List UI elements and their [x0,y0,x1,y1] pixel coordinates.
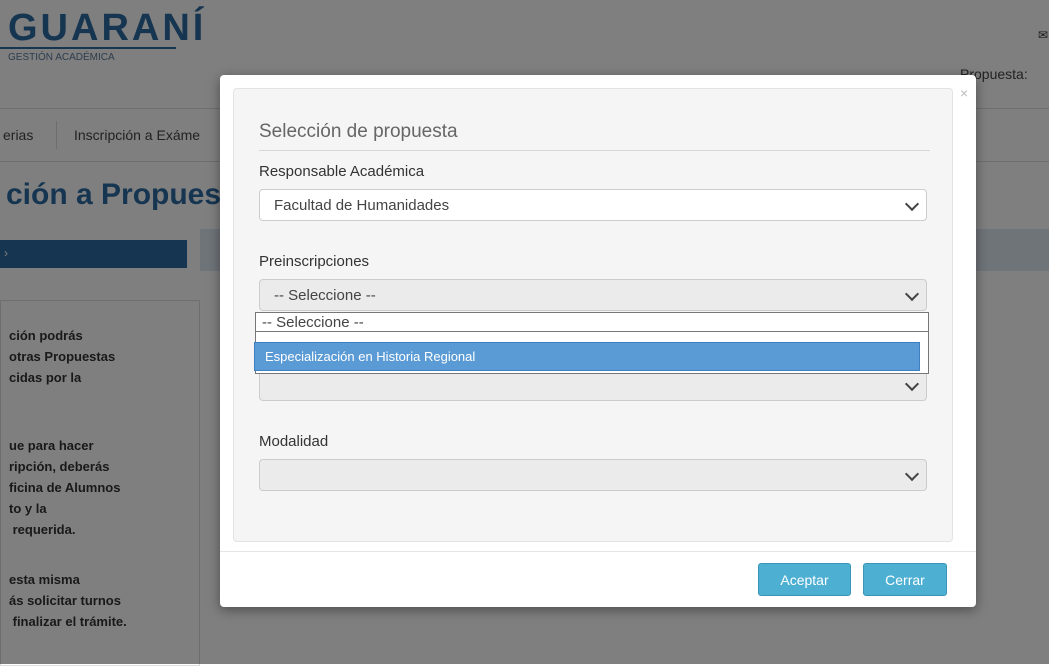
close-icon[interactable]: × [960,85,968,101]
preinscripciones-dropdown: -- Seleccione -- Especialización en Hist… [254,312,929,374]
responsable-select-value: Facultad de Humanidades [274,196,450,214]
propuesta-modal: × Selección de propuesta Responsable Aca… [220,75,976,607]
accept-button[interactable]: Aceptar [758,563,851,596]
chevron-down-icon [904,466,920,482]
preinscripciones-label: Preinscripciones [259,253,370,270]
title-divider [259,150,930,151]
modalidad-label: Modalidad [259,433,329,450]
dropdown-option[interactable]: -- Seleccione -- [256,313,928,332]
modal-footer-divider [220,551,976,552]
modalidad-select[interactable] [259,459,927,491]
responsable-select[interactable]: Facultad de Humanidades [259,189,927,221]
modal-title: Selección de propuesta [259,121,458,142]
close-button[interactable]: Cerrar [863,563,947,596]
preinscripciones-select[interactable]: -- Seleccione -- [259,279,927,311]
responsable-label: Responsable Académica [259,163,425,180]
chevron-down-icon [904,376,920,392]
chevron-down-icon [904,286,920,302]
dropdown-option-highlighted[interactable]: Especialización en Historia Regional [254,342,920,371]
chevron-down-icon [904,196,920,212]
preinscripciones-select-value: -- Seleccione -- [274,286,376,304]
